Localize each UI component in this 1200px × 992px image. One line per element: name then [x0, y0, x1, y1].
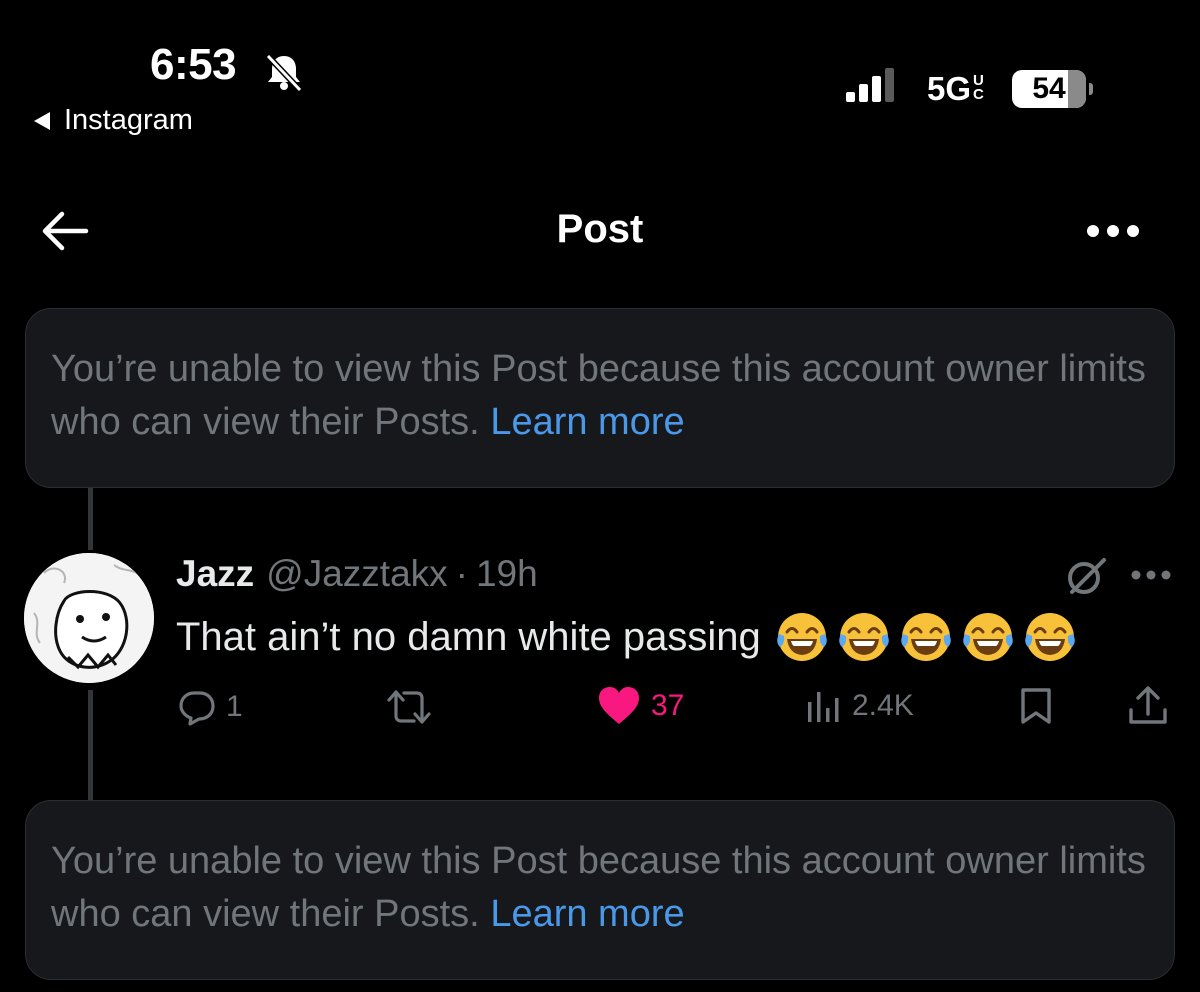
learn-more-link[interactable]: Learn more — [490, 401, 684, 443]
reply-handle[interactable]: @Jazztakx — [266, 553, 448, 595]
cellular-signal-icon — [846, 68, 894, 102]
network-indicator: 5G U C — [927, 70, 984, 108]
battery-body: 54 — [1012, 70, 1086, 108]
view-count: 2.4K — [852, 689, 914, 722]
share-upload-icon — [1129, 686, 1167, 724]
tears-of-joy-emoji-icon — [901, 613, 951, 661]
bell-muted-icon — [265, 53, 303, 92]
reply-body: That ain’t no damn white passing — [176, 614, 761, 659]
back-app-label: Instagram — [64, 104, 193, 136]
reply-separator: · — [455, 553, 468, 594]
battery-indicator: 54 — [1012, 70, 1093, 108]
reply-header: Jazz @Jazztakx · 19h — [176, 553, 538, 595]
views-button[interactable]: 2.4K — [806, 688, 914, 724]
reply-more-icon[interactable] — [1130, 569, 1172, 581]
reply-display-name[interactable]: Jazz — [176, 553, 254, 595]
heart-filled-icon — [599, 687, 639, 724]
more-options-icon[interactable] — [1086, 224, 1140, 238]
emoji-row — [775, 610, 1085, 664]
reply-bubble-icon — [179, 691, 215, 726]
battery-nub — [1089, 83, 1093, 95]
battery-level: 54 — [1032, 72, 1066, 105]
network-sup-bottom: C — [973, 86, 984, 103]
share-button[interactable] — [1126, 684, 1170, 728]
network-superscript: U C — [973, 73, 984, 103]
status-time: 6:53 — [150, 40, 237, 89]
avatar-doodle — [24, 553, 154, 683]
page-title: Post — [556, 207, 644, 251]
reply-time[interactable]: 19h — [476, 553, 538, 595]
views-bar-chart-icon — [808, 692, 839, 722]
unavailable-post-notice-2: You’re unable to view this Post because … — [25, 800, 1175, 980]
tears-of-joy-emoji-icon — [777, 613, 827, 661]
thread-line-bottom — [88, 690, 93, 800]
grok-icon[interactable] — [1064, 556, 1108, 596]
bookmark-button[interactable] — [1016, 686, 1056, 726]
repost-button[interactable] — [386, 688, 432, 726]
network-label: 5G — [927, 70, 972, 107]
reply-button[interactable]: 1 — [178, 688, 243, 726]
like-count: 37 — [651, 689, 685, 722]
bookmark-icon — [1021, 688, 1051, 724]
avatar[interactable] — [24, 553, 154, 683]
unavailable-post-notice: You’re unable to view this Post because … — [25, 308, 1175, 488]
tears-of-joy-emoji-icon — [963, 613, 1013, 661]
reply-count: 1 — [226, 690, 243, 723]
thread-line — [88, 488, 93, 550]
learn-more-link[interactable]: Learn more — [490, 893, 684, 935]
tears-of-joy-emoji-icon — [839, 613, 889, 661]
like-button[interactable]: 37 — [597, 686, 684, 726]
tears-of-joy-emoji-icon — [1025, 613, 1075, 661]
back-triangle-icon — [34, 111, 50, 130]
back-to-app-link[interactable]: Instagram — [34, 104, 193, 137]
screen: 6:53 Instagram 5G U C 54 Post You’re una… — [0, 0, 1200, 992]
repost-icon — [387, 690, 431, 724]
reply-text: That ain’t no damn white passing — [176, 610, 1085, 664]
